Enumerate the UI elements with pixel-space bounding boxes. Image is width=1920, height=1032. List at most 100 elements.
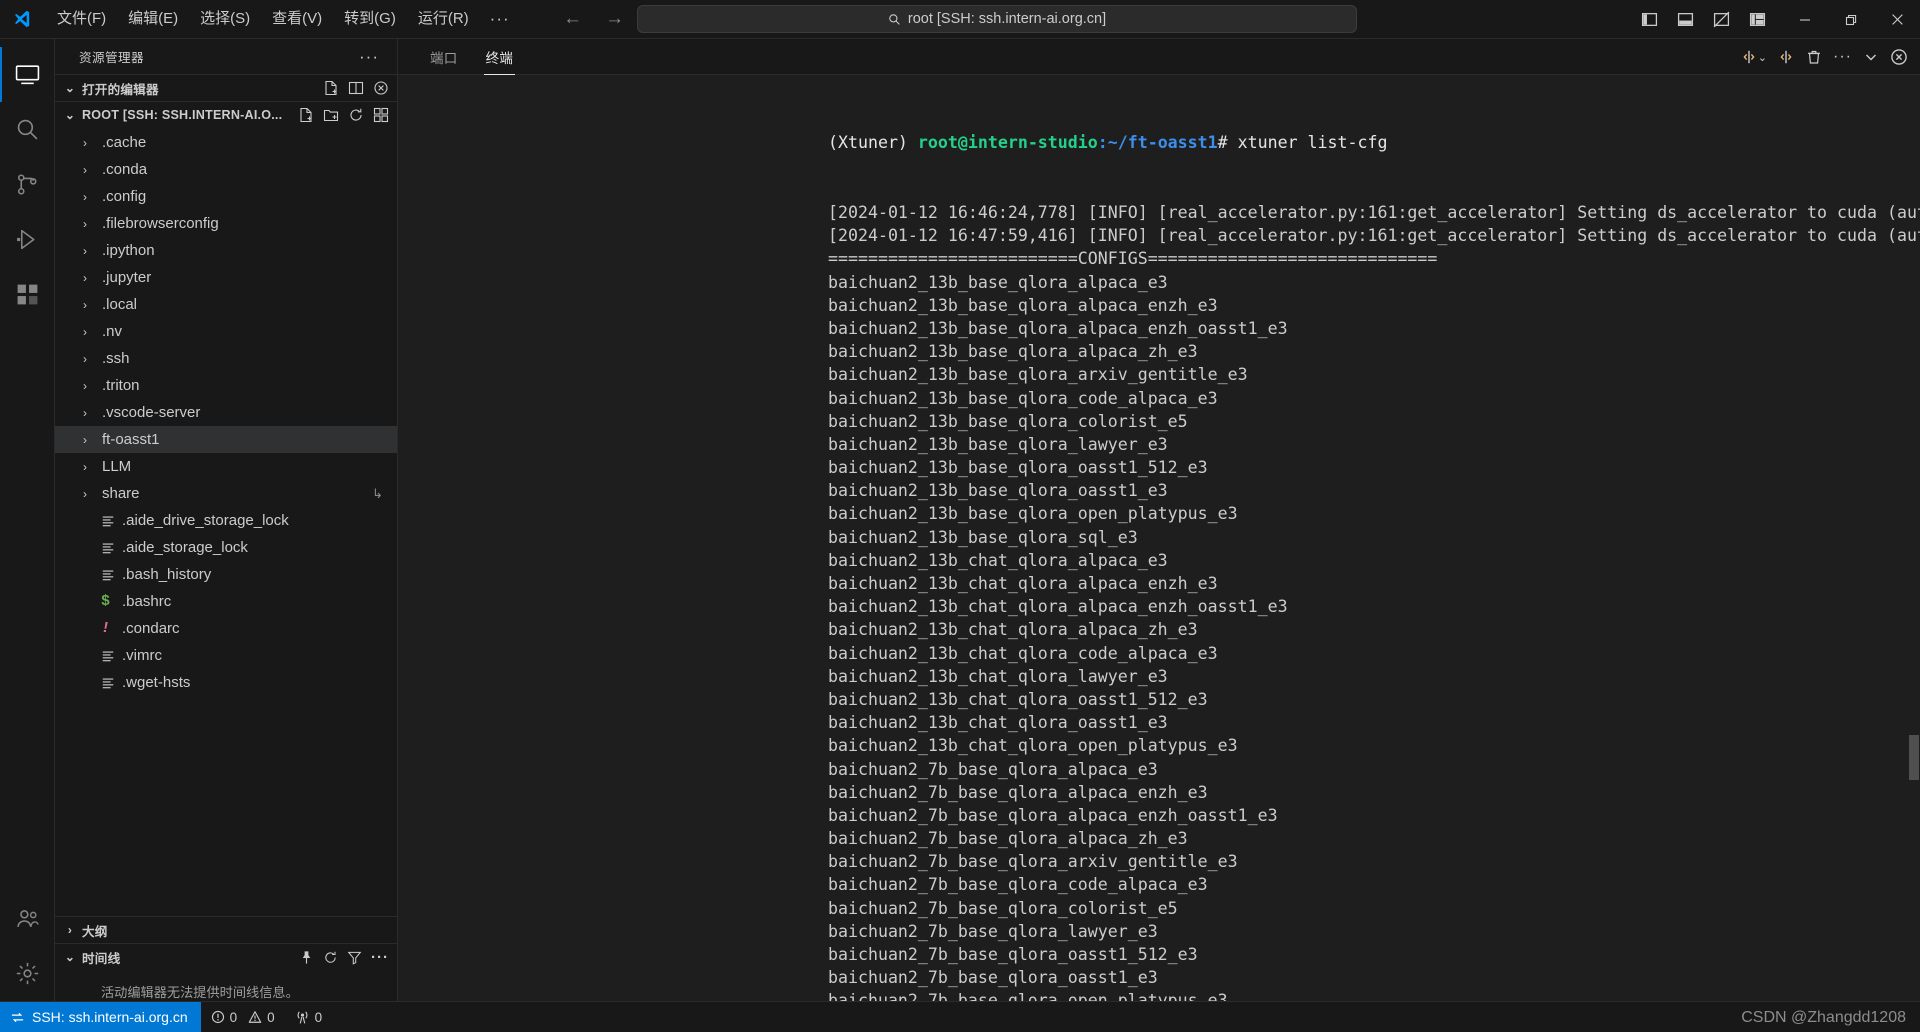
toggle-secondary-sidebar-icon[interactable] — [1706, 5, 1736, 35]
tree-item-dot-wget-hsts[interactable]: .wget-hsts — [55, 669, 397, 696]
tree-item-dot-ssh[interactable]: › .ssh — [55, 345, 397, 372]
toggle-panel-icon[interactable] — [1670, 5, 1700, 35]
tree-item-label: .conda — [102, 161, 148, 178]
tree-item-dot-config[interactable]: › .config — [55, 183, 397, 210]
terminal-line: baichuan2_13b_base_qlora_lawyer_e3 — [828, 434, 1168, 454]
section-timeline[interactable]: ⌄ 时间线 ··· — [55, 943, 397, 970]
problems-status[interactable]: 0 0 — [201, 1002, 285, 1032]
tree-item-dot-cache[interactable]: › .cache — [55, 129, 397, 156]
refresh-explorer-icon[interactable] — [348, 107, 364, 123]
close-panel-icon[interactable] — [1886, 43, 1912, 71]
tree-item-dot-jupyter[interactable]: › .jupyter — [55, 264, 397, 291]
new-folder-icon[interactable] — [323, 107, 339, 123]
menu-view[interactable]: 查看(V) — [261, 5, 333, 33]
menu-more-icon[interactable]: ··· — [480, 7, 520, 31]
new-file-icon[interactable] — [298, 107, 314, 123]
tree-item-dot-vscode-server[interactable]: › .vscode-server — [55, 399, 397, 426]
menu-file[interactable]: 文件(F) — [46, 5, 117, 33]
command-center-search[interactable]: root [SSH: ssh.intern-ai.org.cn] — [637, 5, 1357, 33]
toggle-primary-sidebar-icon[interactable] — [1634, 5, 1664, 35]
terminal-scrollbar[interactable] — [1909, 735, 1919, 780]
tree-item-dot-filebrowserconfig[interactable]: › .filebrowserconfig — [55, 210, 397, 237]
maximize-panel-icon[interactable] — [1858, 43, 1884, 71]
open-editors-actions — [323, 80, 389, 96]
terminal-output[interactable]: (Xtuner) root@intern-studio:~/ft-oasst1#… — [398, 75, 1920, 1001]
terminal-line: baichuan2_7b_base_qlora_oasst1_e3 — [828, 968, 1158, 988]
close-button[interactable] — [1874, 0, 1920, 39]
panel-more-icon[interactable]: ··· — [1829, 43, 1856, 71]
terminal-line: [2024-01-12 16:47:59,416] [INFO] [real_a… — [828, 226, 1920, 246]
chevron-right-icon: › — [83, 324, 87, 339]
tree-item-dot-bash_history[interactable]: .bash_history — [55, 561, 397, 588]
tree-item-dot-condarc[interactable]: ! .condarc — [55, 615, 397, 642]
activity-extensions-icon[interactable] — [0, 267, 55, 322]
tree-item-label: .filebrowserconfig — [102, 215, 219, 232]
activity-remote-explorer-icon[interactable] — [0, 47, 55, 102]
tree-item-dot-ipython[interactable]: › .ipython — [55, 237, 397, 264]
terminal-line: baichuan2_7b_base_qlora_arxiv_gentitle_e… — [828, 852, 1238, 872]
restore-button[interactable] — [1828, 0, 1874, 39]
warning-icon — [248, 1010, 262, 1024]
remote-indicator[interactable]: SSH: ssh.intern-ai.org.cn — [0, 1001, 201, 1032]
activity-accounts-icon[interactable] — [0, 891, 55, 946]
tree-item-dot-nv[interactable]: › .nv — [55, 318, 397, 345]
terminal-user-host: root@intern-studio — [917, 133, 1098, 153]
activity-settings-gear-icon[interactable] — [0, 946, 55, 1001]
forward-arrow-icon[interactable]: → — [604, 8, 626, 30]
pin-icon[interactable] — [299, 950, 314, 965]
ports-count: 0 — [314, 1009, 323, 1025]
section-root-folder[interactable]: ⌄ ROOT [SSH: SSH.INTERN-AI.O... — [55, 101, 397, 128]
close-all-editors-icon[interactable] — [373, 80, 389, 96]
split-terminal-icon[interactable]: ⌄ — [1737, 43, 1771, 71]
tree-item-dot-aide_storage_lock[interactable]: .aide_storage_lock — [55, 534, 397, 561]
timeline-more-icon[interactable]: ··· — [371, 949, 389, 966]
terminal-line: baichuan2_13b_base_qlora_alpaca_zh_e3 — [828, 342, 1198, 362]
menu-run[interactable]: 运行(R) — [407, 5, 480, 33]
tree-item-dot-conda[interactable]: › .conda — [55, 156, 397, 183]
activity-search-icon[interactable] — [0, 102, 55, 157]
menu-edit[interactable]: 编辑(E) — [117, 5, 189, 33]
tree-item-label: .triton — [102, 377, 140, 394]
title-bar-right — [1634, 0, 1920, 39]
ports-status[interactable]: 0 — [285, 1002, 333, 1032]
terminal-prompt-line: (Xtuner) root@intern-studio:~/ft-oasst1#… — [828, 131, 1920, 154]
tree-item-dot-bashrc[interactable]: $ .bashrc — [55, 588, 397, 615]
chevron-down-icon: ⌄ — [1757, 51, 1768, 64]
new-terminal-split-icon[interactable] — [1773, 43, 1799, 71]
tree-item-llm[interactable]: › LLM — [55, 453, 397, 480]
tree-item-dot-aide_drive_storage_lock[interactable]: .aide_drive_storage_lock — [55, 507, 397, 534]
terminal-line: baichuan2_13b_base_qlora_arxiv_gentitle_… — [828, 365, 1248, 385]
new-untitled-file-icon[interactable] — [323, 80, 339, 96]
customize-layout-icon[interactable] — [1742, 5, 1772, 35]
minimize-button[interactable] — [1782, 0, 1828, 39]
tree-item-dot-local[interactable]: › .local — [55, 291, 397, 318]
terminal-line: baichuan2_13b_chat_qlora_open_platypus_e… — [828, 736, 1238, 756]
tab-ports[interactable]: 端口 — [416, 39, 472, 75]
terminal-path: :~/ft-oasst1 — [1097, 133, 1218, 153]
tree-item-dot-vimrc[interactable]: .vimrc — [55, 642, 397, 669]
tree-item-decoration: ↳ — [372, 485, 383, 501]
activity-run-and-debug-icon[interactable] — [0, 212, 55, 267]
refresh-icon[interactable] — [323, 950, 338, 965]
kill-terminal-icon[interactable] — [1801, 43, 1827, 71]
section-open-editors[interactable]: ⌄ 打开的编辑器 — [55, 74, 397, 101]
search-input-value: root [SSH: ssh.intern-ai.org.cn] — [907, 11, 1107, 27]
tree-item-share[interactable]: › share ↳ — [55, 480, 397, 507]
tree-item-ft-oasst1[interactable]: › ft-oasst1 — [55, 426, 397, 453]
activity-source-control-icon[interactable] — [0, 157, 55, 212]
collapse-all-icon[interactable] — [373, 107, 389, 123]
menu-selection[interactable]: 选择(S) — [189, 5, 261, 33]
tree-item-dot-triton[interactable]: › .triton — [55, 372, 397, 399]
split-editor-icon[interactable] — [348, 80, 364, 96]
tree-item-label: share — [102, 485, 140, 502]
terminal-line: baichuan2_13b_chat_qlora_code_alpaca_e3 — [828, 643, 1218, 663]
back-arrow-icon[interactable]: ← — [562, 8, 584, 30]
menu-go[interactable]: 转到(G) — [333, 5, 407, 33]
tab-terminal[interactable]: 终端 — [472, 39, 528, 75]
tree-item-label: .aide_storage_lock — [122, 539, 248, 556]
terminal-line: baichuan2_7b_base_qlora_alpaca_e3 — [828, 759, 1158, 779]
sidebar-more-icon[interactable]: ··· — [353, 47, 385, 67]
tree-item-label: .aide_drive_storage_lock — [122, 512, 289, 529]
section-outline[interactable]: › 大纲 — [55, 916, 397, 943]
filter-icon[interactable] — [347, 950, 362, 965]
